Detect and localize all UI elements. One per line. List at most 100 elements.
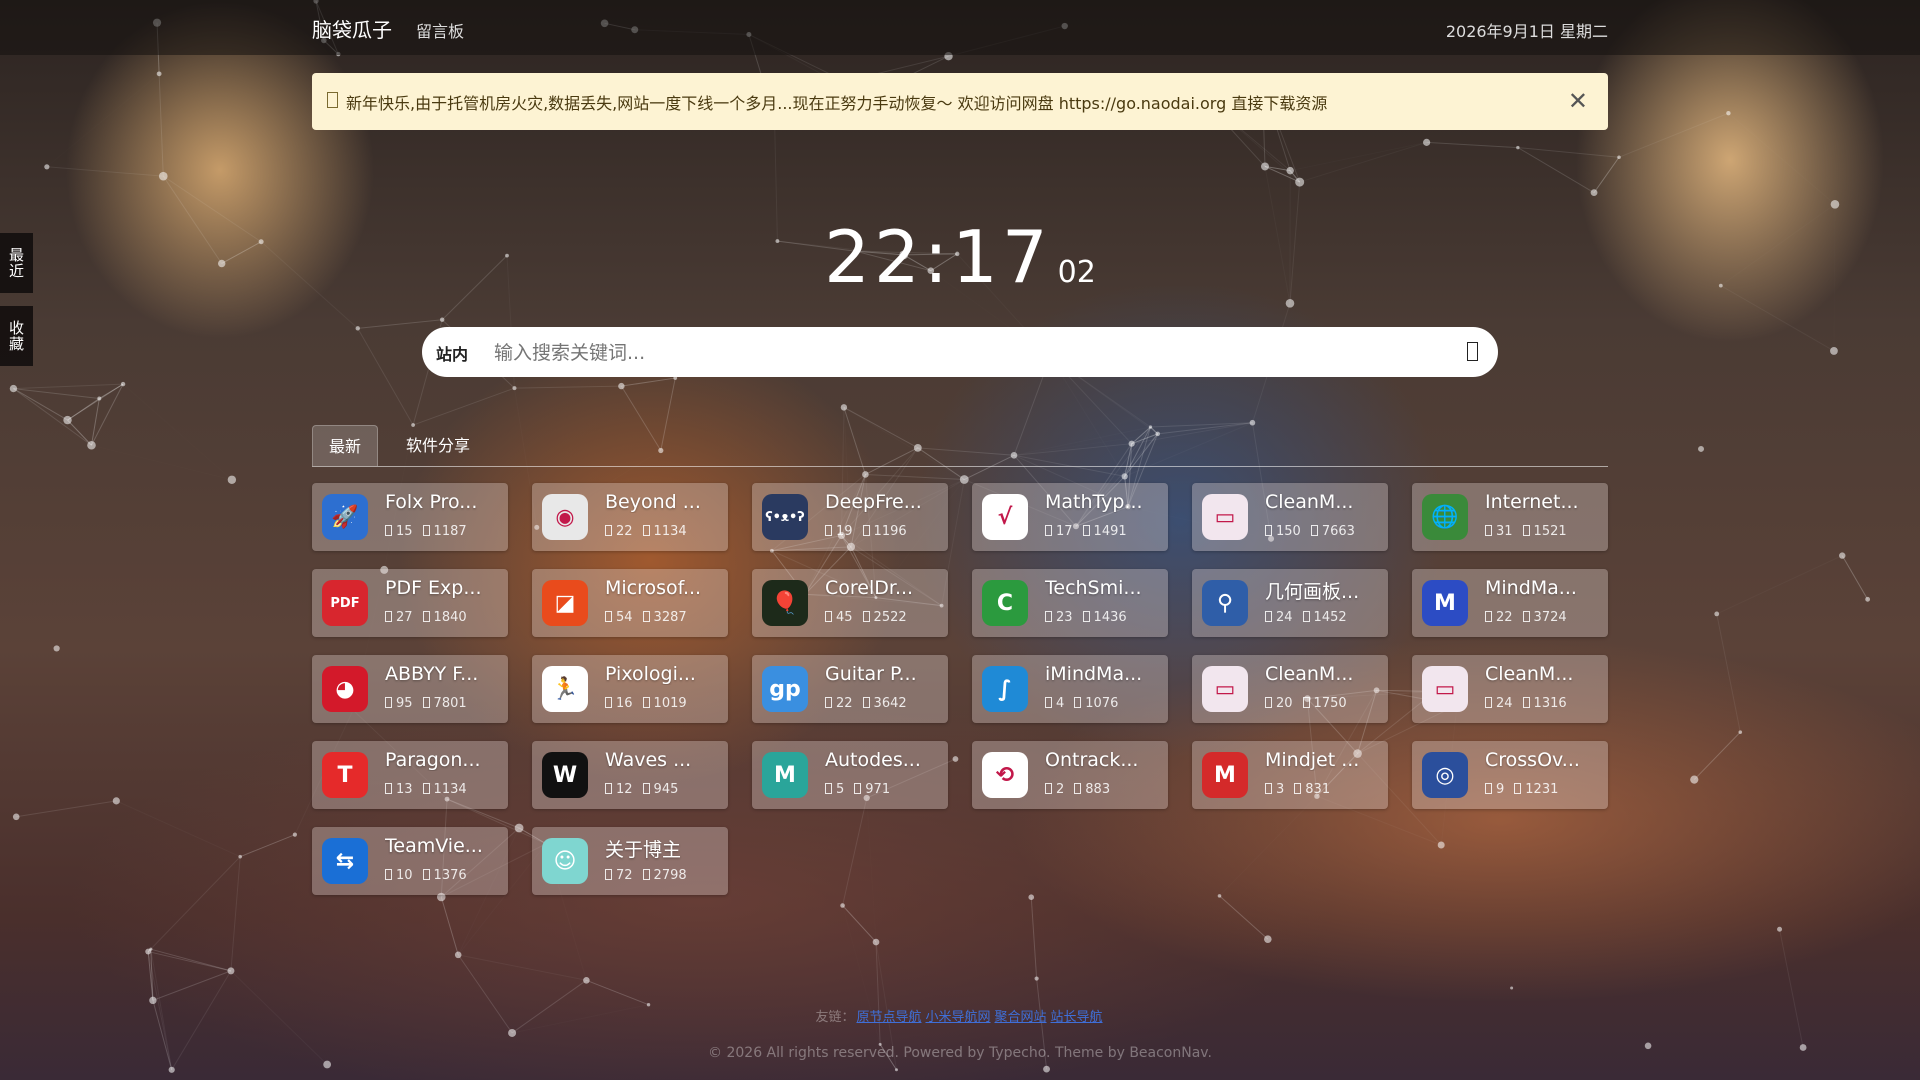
comment-icon <box>1485 525 1492 536</box>
category-tabs: 最新 软件分享 <box>312 425 1608 467</box>
app-card-title: CorelDr... <box>825 577 914 599</box>
close-icon[interactable]: ✕ <box>1568 87 1588 115</box>
app-card[interactable]: ▭ CleanM... 20 1750 <box>1192 655 1388 723</box>
comment-icon <box>1045 525 1052 536</box>
friend-link[interactable]: 小米导航网 <box>925 1010 990 1025</box>
app-card[interactable]: 🚀 Folx Pro... 15 1187 <box>312 483 508 551</box>
app-card[interactable]: ☺ 关于博主 72 2798 <box>532 827 728 895</box>
eye-icon <box>422 783 430 794</box>
view-count: 1231 <box>1525 782 1559 797</box>
eye-icon <box>1302 697 1310 708</box>
search-input[interactable] <box>492 336 1396 370</box>
camtasia-icon: C <box>982 580 1028 626</box>
app-card[interactable]: ∫ iMindMa... 4 1076 <box>972 655 1168 723</box>
view-count: 3642 <box>873 696 907 711</box>
app-card[interactable]: ◪ Microsof... 54 3287 <box>532 569 728 637</box>
site-brand[interactable]: 脑袋瓜子 <box>312 14 392 43</box>
friend-link[interactable]: 站长导航 <box>1051 1010 1103 1025</box>
app-card-title: Paragon... <box>385 749 481 771</box>
app-card[interactable]: 🎈 CorelDr... 45 2522 <box>752 569 948 637</box>
comment-count: 9 <box>1496 782 1505 797</box>
comment-icon <box>605 525 612 536</box>
view-count: 1452 <box>1313 610 1347 625</box>
view-count: 1491 <box>1093 524 1127 539</box>
app-card[interactable]: √ MathTyp... 17 1491 <box>972 483 1168 551</box>
app-card[interactable]: M Mindjet ... 3 831 <box>1192 741 1388 809</box>
comment-icon <box>1485 697 1492 708</box>
app-card[interactable]: C TechSmi... 23 1436 <box>972 569 1168 637</box>
comment-icon <box>385 697 392 708</box>
comment-count: 12 <box>616 782 633 797</box>
comment-icon <box>605 611 612 622</box>
app-card[interactable]: PDF PDF Exp... 27 1840 <box>312 569 508 637</box>
tab-latest[interactable]: 最新 <box>312 425 379 466</box>
comment-icon <box>825 697 832 708</box>
comment-icon <box>1045 783 1052 794</box>
app-card[interactable]: 🌐 Internet... 31 1521 <box>1412 483 1608 551</box>
tab-software-share[interactable]: 软件分享 <box>390 425 486 466</box>
mathtype-icon: √ <box>982 494 1028 540</box>
search-scope-selector[interactable]: 站内 <box>436 341 468 365</box>
app-card[interactable]: ▭ CleanM... 150 7663 <box>1192 483 1388 551</box>
comment-icon <box>1265 611 1272 622</box>
side-tab-favorites[interactable]: 收藏 <box>0 306 33 366</box>
app-card-title: CrossOv... <box>1485 749 1580 771</box>
app-card[interactable]: ʕ•ᴥ•ʔ DeepFre... 19 1196 <box>752 483 948 551</box>
app-card[interactable]: gp Guitar P... 22 3642 <box>752 655 948 723</box>
comment-icon <box>1045 697 1052 708</box>
app-card[interactable]: ⟲ Ontrack... 2 883 <box>972 741 1168 809</box>
friend-link[interactable]: 聚合网站 <box>995 1010 1047 1025</box>
nav-link-guestbook[interactable]: 留言板 <box>416 18 464 42</box>
copyright: © 2026 All rights reserved. Powered by T… <box>708 1045 1212 1061</box>
app-card[interactable]: ◉ Beyond ... 22 1134 <box>532 483 728 551</box>
search-icon[interactable] <box>1467 342 1478 361</box>
view-count: 1376 <box>433 868 467 883</box>
app-card[interactable]: ⇆ TeamVie... 10 1376 <box>312 827 508 895</box>
monitor-icon: ▭ <box>1202 494 1248 540</box>
teamviewer-icon: ⇆ <box>322 838 368 884</box>
comment-icon <box>1265 697 1272 708</box>
comment-icon <box>1045 611 1052 622</box>
eye-icon <box>1522 697 1530 708</box>
waves-icon: W <box>542 752 588 798</box>
app-card[interactable]: 🏃 Pixologi... 16 1019 <box>532 655 728 723</box>
view-count: 1521 <box>1533 524 1567 539</box>
notice-icon <box>327 92 338 108</box>
view-count: 2522 <box>873 610 907 625</box>
comment-count: 24 <box>1276 610 1293 625</box>
app-card-title: MathTyp... <box>1045 491 1143 513</box>
app-card-title: 几何画板... <box>1265 581 1360 603</box>
app-card[interactable]: M MindMa... 22 3724 <box>1412 569 1608 637</box>
comment-icon <box>385 611 392 622</box>
app-card-title: Guitar P... <box>825 663 917 685</box>
app-card[interactable]: W Waves ... 12 945 <box>532 741 728 809</box>
view-count: 1076 <box>1085 696 1119 711</box>
monitor-icon: ▭ <box>1422 666 1468 712</box>
app-card-stats: 16 1019 <box>605 696 687 711</box>
app-card[interactable]: M Autodes... 5 971 <box>752 741 948 809</box>
app-card[interactable]: ◎ CrossOv... 9 1231 <box>1412 741 1608 809</box>
comment-icon <box>605 869 612 880</box>
app-card-stats: 24 1316 <box>1485 696 1567 711</box>
friend-link[interactable]: 原节点导航 <box>856 1010 921 1025</box>
clock-hours-minutes: 22:17 <box>824 215 1052 299</box>
view-count: 971 <box>865 782 891 797</box>
view-count: 3287 <box>653 610 687 625</box>
eye-icon <box>1514 783 1522 794</box>
view-count: 1134 <box>433 782 467 797</box>
app-card[interactable]: ▭ CleanM... 24 1316 <box>1412 655 1608 723</box>
app-card[interactable]: T Paragon... 13 1134 <box>312 741 508 809</box>
app-card-title: Beyond ... <box>605 491 701 513</box>
app-card-stats: 5 971 <box>825 782 890 797</box>
comment-count: 16 <box>616 696 633 711</box>
view-count: 7663 <box>1321 524 1355 539</box>
app-card-stats: 72 2798 <box>605 868 687 883</box>
app-card-stats: 10 1376 <box>385 868 467 883</box>
app-card[interactable]: ◕ ABBYY F... 95 7801 <box>312 655 508 723</box>
eye-icon <box>642 869 650 880</box>
eye-icon <box>862 611 870 622</box>
app-card[interactable]: ⚲ 几何画板... 24 1452 <box>1192 569 1388 637</box>
eye-icon <box>1522 525 1530 536</box>
app-card-title: Autodes... <box>825 749 921 771</box>
app-card-stats: 45 2522 <box>825 610 907 625</box>
